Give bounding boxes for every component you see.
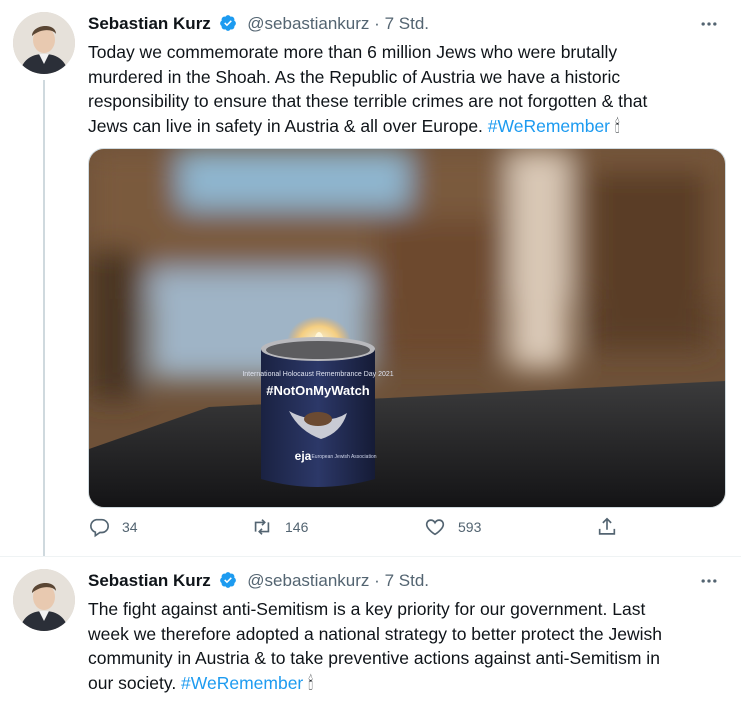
candle-emoji: 🕯: [308, 672, 314, 693]
author-name[interactable]: Sebastian Kurz: [88, 14, 211, 33]
avatar[interactable]: [13, 12, 75, 74]
separator: ·: [374, 571, 380, 590]
candle-emoji: 🕯: [614, 115, 620, 136]
tweet-header: Sebastian Kurz @sebastiankurz · 7 Std.: [88, 14, 721, 38]
tweet-text-line: murdered in the Shoah. As the Republic o…: [88, 66, 621, 87]
hashtag-link[interactable]: #WeRemember: [488, 116, 610, 136]
can-logo-subtext: European Jewish Association: [311, 454, 376, 460]
retweet-icon: [254, 519, 270, 535]
tweet-actions: 34 146 593: [88, 516, 628, 548]
can-header-text: International Holocaust Remembrance Day …: [242, 371, 393, 378]
timestamp[interactable]: 7 Std.: [385, 14, 429, 33]
like-icon: [425, 519, 445, 536]
retweet-button[interactable]: 146: [251, 516, 308, 538]
more-icon[interactable]: [697, 571, 721, 591]
like-count: 593: [458, 519, 482, 535]
tweet-text-line: The fight against anti-Semitism is a key…: [88, 599, 646, 619]
like-button[interactable]: 593: [424, 516, 481, 538]
tweet-text-line: Today we commemorate more than 6 million…: [88, 42, 618, 62]
thread-line: [43, 80, 45, 556]
tweet-text: The fight against anti-Semitism is a key…: [88, 597, 721, 695]
hashtag-link[interactable]: #WeRemember: [181, 673, 303, 693]
tweet-1[interactable]: Sebastian Kurz @sebastiankurz · 7 Std. T…: [0, 0, 741, 556]
tweet-media-photo[interactable]: International Holocaust Remembrance Day …: [88, 148, 726, 508]
timestamp[interactable]: 7 Std.: [385, 571, 429, 590]
can-logo-text: eja: [295, 449, 312, 463]
tweet-text-line: week we therefore adopted a national str…: [88, 623, 662, 644]
tweet-text-line: Jews can live in safety in Austria & all…: [88, 114, 721, 139]
author-name[interactable]: Sebastian Kurz: [88, 571, 211, 590]
reply-icon: [90, 518, 109, 538]
share-button[interactable]: [596, 516, 618, 538]
reply-button[interactable]: 34: [88, 516, 138, 538]
reply-count: 34: [122, 519, 138, 535]
tweet-header: Sebastian Kurz @sebastiankurz · 7 Std.: [88, 571, 721, 595]
can-title-text: #NotOnMyWatch: [266, 383, 370, 398]
separator: ·: [374, 14, 380, 33]
avatar[interactable]: [13, 569, 75, 631]
share-icon: [598, 517, 616, 535]
retweet-count: 146: [285, 519, 309, 535]
tweet-2[interactable]: Sebastian Kurz @sebastiankurz · 7 Std. T…: [0, 556, 741, 703]
verified-icon: [219, 14, 237, 37]
tweet-text: Today we commemorate more than 6 million…: [88, 40, 721, 138]
tweet-text-segment: Jews can live in safety in Austria & all…: [88, 115, 483, 136]
more-icon[interactable]: [697, 14, 721, 34]
author-handle[interactable]: @sebastiankurz: [247, 571, 369, 590]
tweet-text-segment: our society.: [88, 672, 182, 693]
tweet-text-line: our society. #WeRemember 🕯: [88, 671, 721, 696]
tweet-text-line: responsibility to ensure that these terr…: [88, 91, 648, 111]
verified-icon: [219, 571, 237, 594]
tweet-text-line: community in Austria & to take preventiv…: [88, 648, 660, 668]
author-handle[interactable]: @sebastiankurz: [247, 14, 369, 33]
